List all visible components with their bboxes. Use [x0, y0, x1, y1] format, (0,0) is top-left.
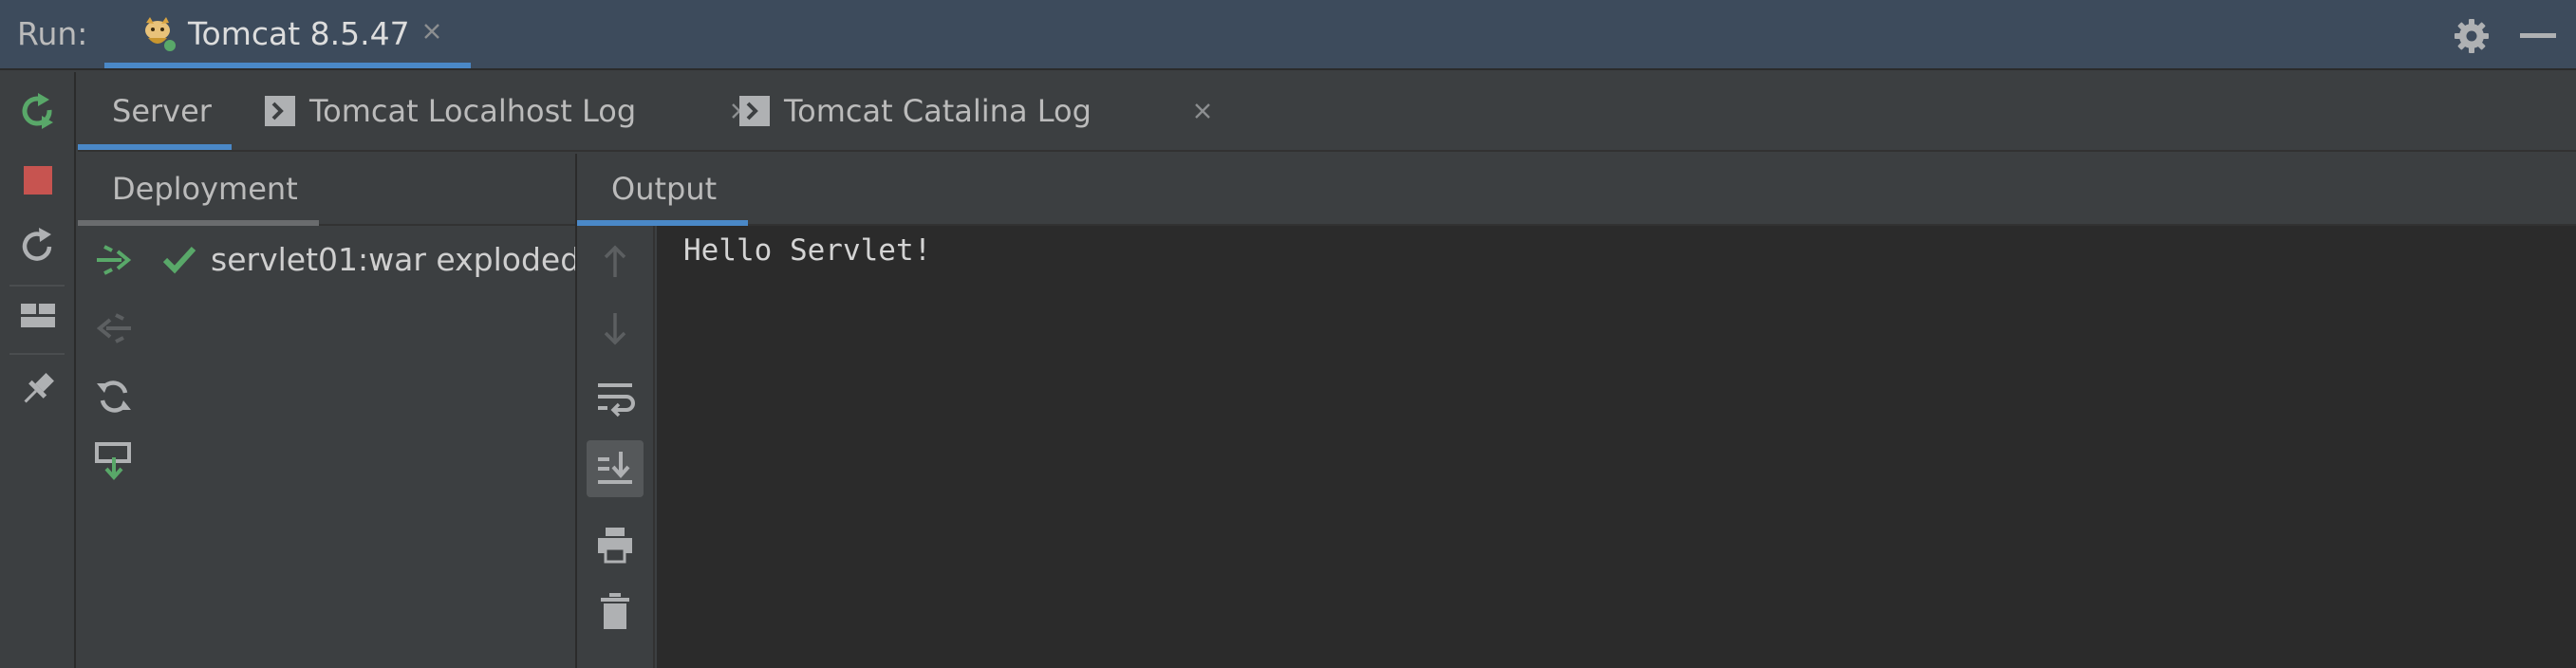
close-icon[interactable] [1190, 99, 1215, 123]
undeploy-icon[interactable] [93, 307, 135, 349]
deployment-header: Deployment [78, 154, 575, 226]
restart-icon[interactable] [17, 226, 59, 268]
tab-server[interactable]: Server [78, 72, 232, 150]
minimize-icon[interactable] [2520, 33, 2556, 38]
tab-label: Tomcat Catalina Log [784, 93, 1092, 129]
check-icon [161, 241, 197, 277]
tab-label: Tomcat Localhost Log [309, 93, 637, 129]
console-log-icon [738, 95, 771, 127]
deployment-item-label: servlet01:war exploded [211, 241, 581, 278]
tomcat-icon [140, 15, 178, 53]
refresh-icon[interactable] [93, 376, 135, 418]
tab-tomcat-localhost-log[interactable]: Tomcat Localhost Log [264, 72, 776, 150]
pin-icon[interactable] [17, 368, 59, 410]
close-icon[interactable] [418, 17, 446, 46]
active-tab-indicator [104, 63, 471, 68]
stop-icon[interactable] [17, 159, 59, 201]
run-left-toolbar [0, 72, 76, 668]
scroll-to-end-icon[interactable] [587, 440, 644, 497]
tab-label: Server [112, 93, 212, 129]
soft-wrap-icon[interactable] [594, 376, 636, 418]
console-output[interactable]: Hello Servlet! [657, 226, 2576, 668]
arrow-up-icon[interactable] [594, 241, 636, 283]
output-toolbar [577, 226, 655, 668]
gear-icon[interactable] [2453, 17, 2491, 55]
active-tab-indicator [78, 144, 232, 150]
deployment-panel: servlet01:war exploded [78, 226, 580, 668]
run-tool-window-header: Run: Tomcat 8.5.47 [0, 0, 2576, 70]
trash-icon[interactable] [594, 590, 636, 632]
toolbar-separator [9, 285, 65, 287]
rerun-icon[interactable] [17, 91, 59, 133]
run-tab-tomcat[interactable]: Tomcat 8.5.47 [104, 0, 471, 68]
tab-tomcat-catalina-log[interactable]: Tomcat Catalina Log [738, 72, 1251, 150]
deploy-icon[interactable] [93, 239, 135, 281]
print-icon[interactable] [594, 524, 636, 566]
toolbar-separator [9, 353, 65, 355]
server-log-tabs: Server Tomcat Localhost Log Tomcat Catal… [78, 72, 2576, 152]
run-label: Run: [17, 15, 88, 52]
layout-icon[interactable] [17, 294, 59, 336]
deployment-title: Deployment [112, 171, 298, 207]
deploy-all-icon[interactable] [93, 440, 135, 482]
console-log-icon [264, 95, 296, 127]
output-title: Output [611, 171, 718, 207]
arrow-down-icon[interactable] [594, 307, 636, 349]
run-tab-label: Tomcat 8.5.47 [188, 15, 410, 52]
output-header: Output [577, 154, 2576, 226]
console-text: Hello Servlet! [683, 233, 932, 268]
